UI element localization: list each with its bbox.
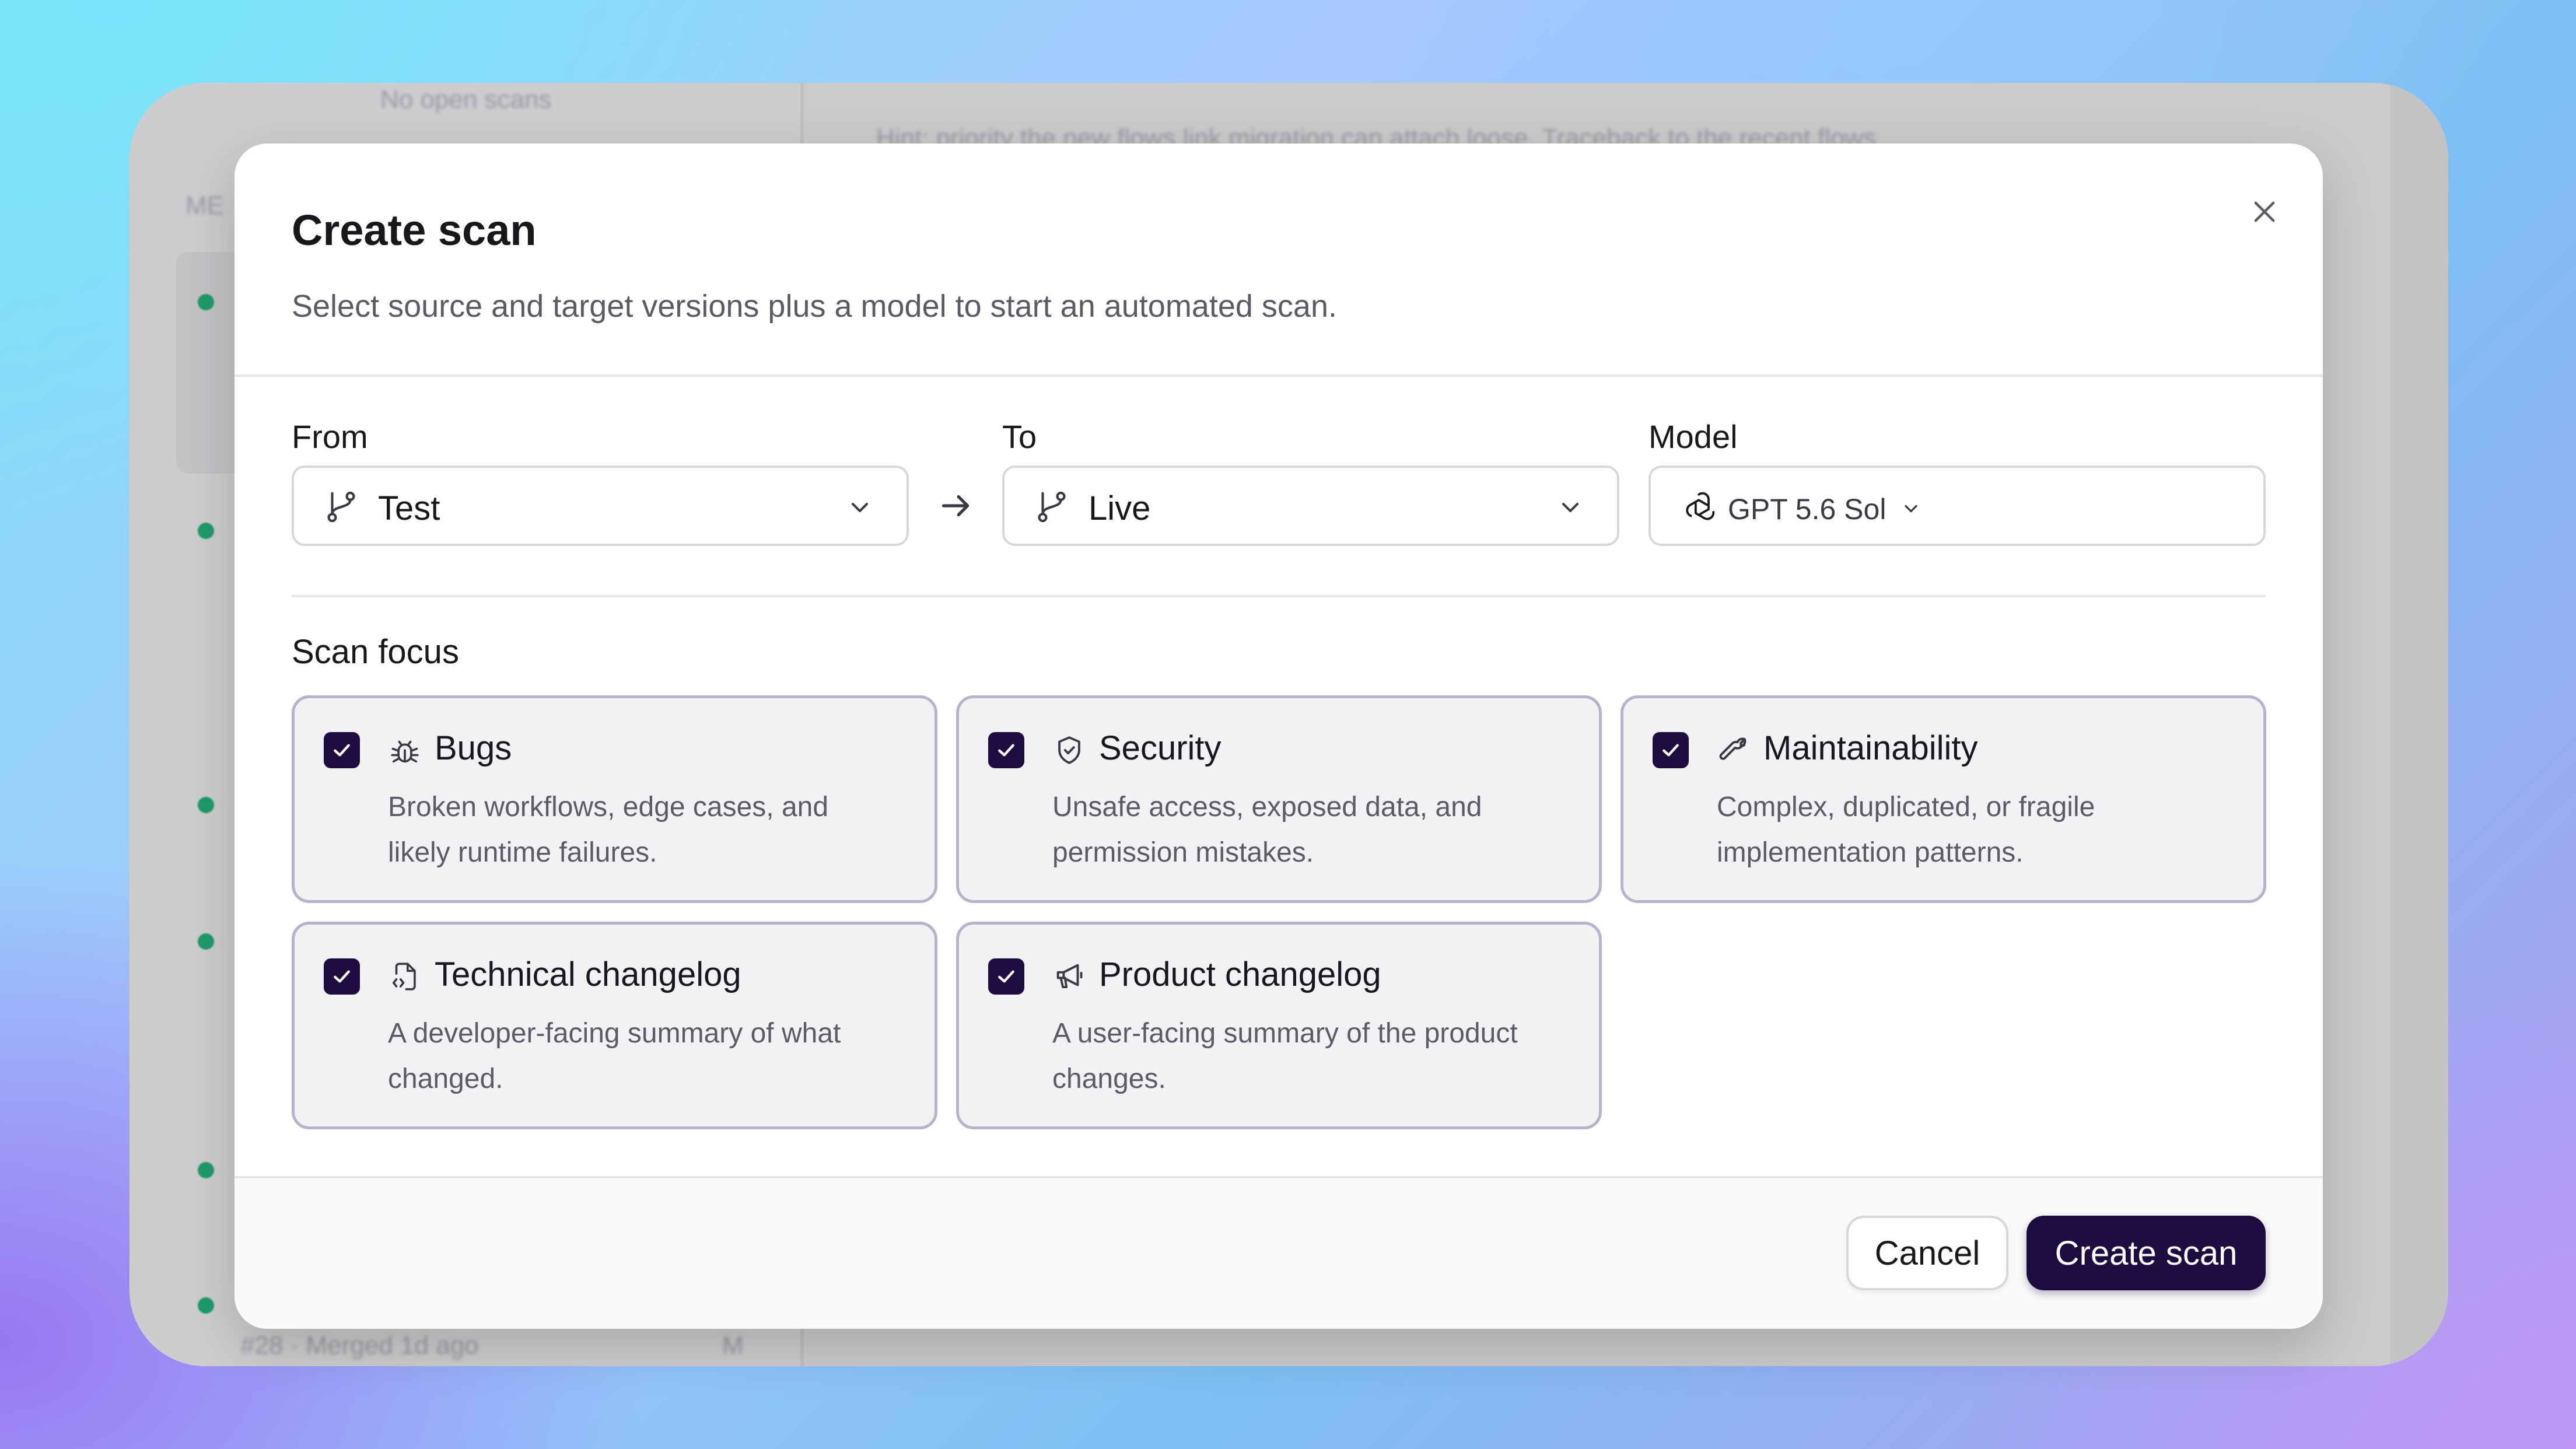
wrench-icon xyxy=(1719,737,1746,760)
dialog-title: Create scan xyxy=(292,206,537,254)
option-description: Broken workflows, edge cases, and likely… xyxy=(388,792,829,868)
dialog-header: Create scan Select source and target ver… xyxy=(235,144,2323,377)
checkbox-checked[interactable] xyxy=(988,732,1024,768)
checkmark-icon xyxy=(998,744,1014,757)
section-divider xyxy=(292,595,2266,597)
chevron-down-icon xyxy=(852,503,868,512)
option-title: Bugs xyxy=(435,729,512,767)
status-dot xyxy=(198,1162,214,1178)
background-list-item-text: #28 · Merged 1d ago xyxy=(240,1331,479,1360)
to-label: To xyxy=(1002,418,1037,455)
scan-focus-option-product-changelog[interactable]: Product changelog A user-facing summary … xyxy=(956,922,1602,1129)
dialog-subtitle: Select source and target versions plus a… xyxy=(292,289,1337,324)
bug-icon xyxy=(391,740,419,763)
checkmark-icon xyxy=(334,744,350,757)
arrow-right-icon xyxy=(942,495,970,517)
model-label: Model xyxy=(1648,418,1738,455)
megaphone-icon xyxy=(1056,964,1083,989)
cancel-button[interactable]: Cancel xyxy=(1846,1216,2008,1290)
close-button[interactable] xyxy=(2238,186,2291,238)
to-value: Live xyxy=(1088,489,1151,527)
model-select[interactable]: GPT 5.6 Sol xyxy=(1648,466,2266,546)
git-branch-icon xyxy=(1038,491,1066,523)
option-title: Security xyxy=(1099,729,1222,767)
model-value: GPT 5.6 Sol xyxy=(1728,493,1887,526)
from-label: From xyxy=(292,418,368,455)
create-scan-dialog: Create scan Select source and target ver… xyxy=(235,144,2323,1329)
from-value: Test xyxy=(378,489,440,527)
checkbox-checked[interactable] xyxy=(324,732,360,768)
option-description: Unsafe access, exposed data, and permiss… xyxy=(1052,792,1482,868)
scan-focus-option-maintainability[interactable]: Maintainability Complex, duplicated, or … xyxy=(1620,695,2266,903)
background-empty-state-text: No open scans xyxy=(380,85,552,114)
openai-logo-icon xyxy=(1686,492,1715,520)
checkmark-icon xyxy=(1662,744,1679,757)
status-dot xyxy=(198,933,214,950)
scan-focus-title: Scan focus xyxy=(292,633,459,671)
checkbox-checked[interactable] xyxy=(324,958,360,995)
status-dot xyxy=(198,523,214,539)
file-code-icon xyxy=(392,963,416,991)
checkmark-icon xyxy=(334,970,350,983)
option-title: Product changelog xyxy=(1099,956,1381,993)
shield-check-icon xyxy=(1058,736,1080,764)
checkbox-checked[interactable] xyxy=(1653,732,1689,768)
dialog-footer xyxy=(235,1176,2323,1329)
checkbox-checked[interactable] xyxy=(988,958,1024,995)
scan-focus-option-bugs[interactable]: Bugs Broken workflows, edge cases, and l… xyxy=(292,695,937,903)
git-branch-icon xyxy=(327,491,355,523)
checkmark-icon xyxy=(998,970,1014,983)
background-section-label: ME xyxy=(186,191,224,220)
close-icon xyxy=(2254,201,2275,222)
from-select[interactable]: Test xyxy=(292,466,909,546)
background-right-strip xyxy=(2390,83,2448,1366)
scan-focus-option-security[interactable]: Security Unsafe access, exposed data, an… xyxy=(956,695,1602,903)
to-select[interactable]: Live xyxy=(1002,466,1619,546)
option-description: A user-facing summary of the product cha… xyxy=(1052,1018,1518,1094)
option-title: Maintainability xyxy=(1763,729,1978,767)
status-dot xyxy=(198,1297,214,1314)
status-dot xyxy=(198,797,214,813)
scan-focus-option-technical-changelog[interactable]: Technical changelog A developer-facing s… xyxy=(292,922,937,1129)
chevron-down-icon xyxy=(1905,505,1917,513)
chevron-down-icon xyxy=(1562,503,1578,512)
option-description: Complex, duplicated, or fragile implemen… xyxy=(1717,792,2095,868)
option-description: A developer-facing summary of what chang… xyxy=(388,1018,841,1094)
create-scan-button[interactable]: Create scan xyxy=(2027,1216,2266,1290)
option-title: Technical changelog xyxy=(435,956,741,993)
background-list-item-badge: M xyxy=(722,1331,744,1360)
status-dot xyxy=(198,294,214,310)
